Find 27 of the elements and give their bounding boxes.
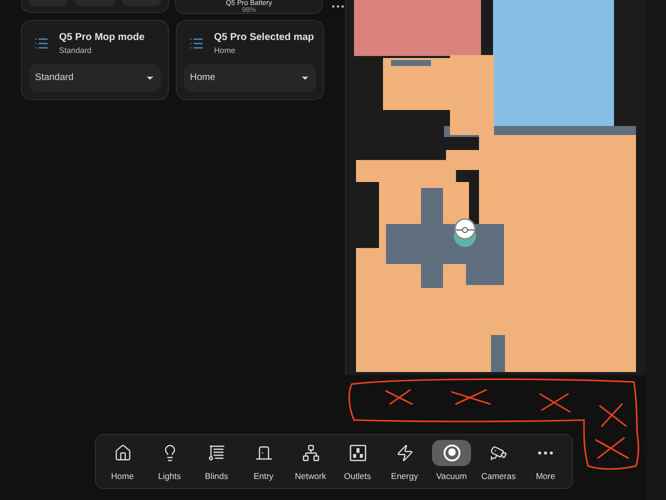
card-state: Home bbox=[214, 45, 236, 56]
select-field[interactable]: Home bbox=[184, 64, 316, 92]
robot-vacuum-icon bbox=[442, 443, 462, 464]
nav-tab[interactable]: Energy bbox=[381, 440, 428, 483]
nav-tab[interactable]: Network bbox=[287, 440, 334, 483]
more-icon bbox=[538, 451, 553, 456]
security-camera-icon bbox=[490, 444, 508, 462]
list-icon bbox=[189, 36, 204, 51]
card-state: Standard bbox=[59, 45, 92, 56]
nav-tab[interactable]: Outlets bbox=[334, 440, 381, 483]
card-title: Q5 Pro Mop mode bbox=[59, 31, 145, 45]
nav-tab[interactable]: Home bbox=[99, 440, 146, 483]
nav-tab[interactable]: Blinds bbox=[193, 440, 240, 483]
house-icon bbox=[114, 444, 132, 462]
door-icon bbox=[254, 444, 272, 462]
list-icon bbox=[34, 36, 49, 51]
lightning-icon bbox=[396, 444, 414, 462]
card-title: Q5 Pro Selected map bbox=[214, 31, 314, 45]
network-icon bbox=[302, 444, 320, 462]
more-options-icon[interactable] bbox=[332, 5, 344, 8]
select-field[interactable]: Standard bbox=[29, 64, 161, 92]
nav-tab[interactable]: Lights bbox=[146, 440, 193, 483]
blinds-icon bbox=[208, 444, 226, 462]
nav-tab[interactable]: Cameras bbox=[475, 440, 522, 483]
nav-tab[interactable]: Entry bbox=[240, 440, 287, 483]
nav-tab[interactable]: More bbox=[522, 440, 569, 483]
outlet-icon bbox=[348, 443, 368, 464]
